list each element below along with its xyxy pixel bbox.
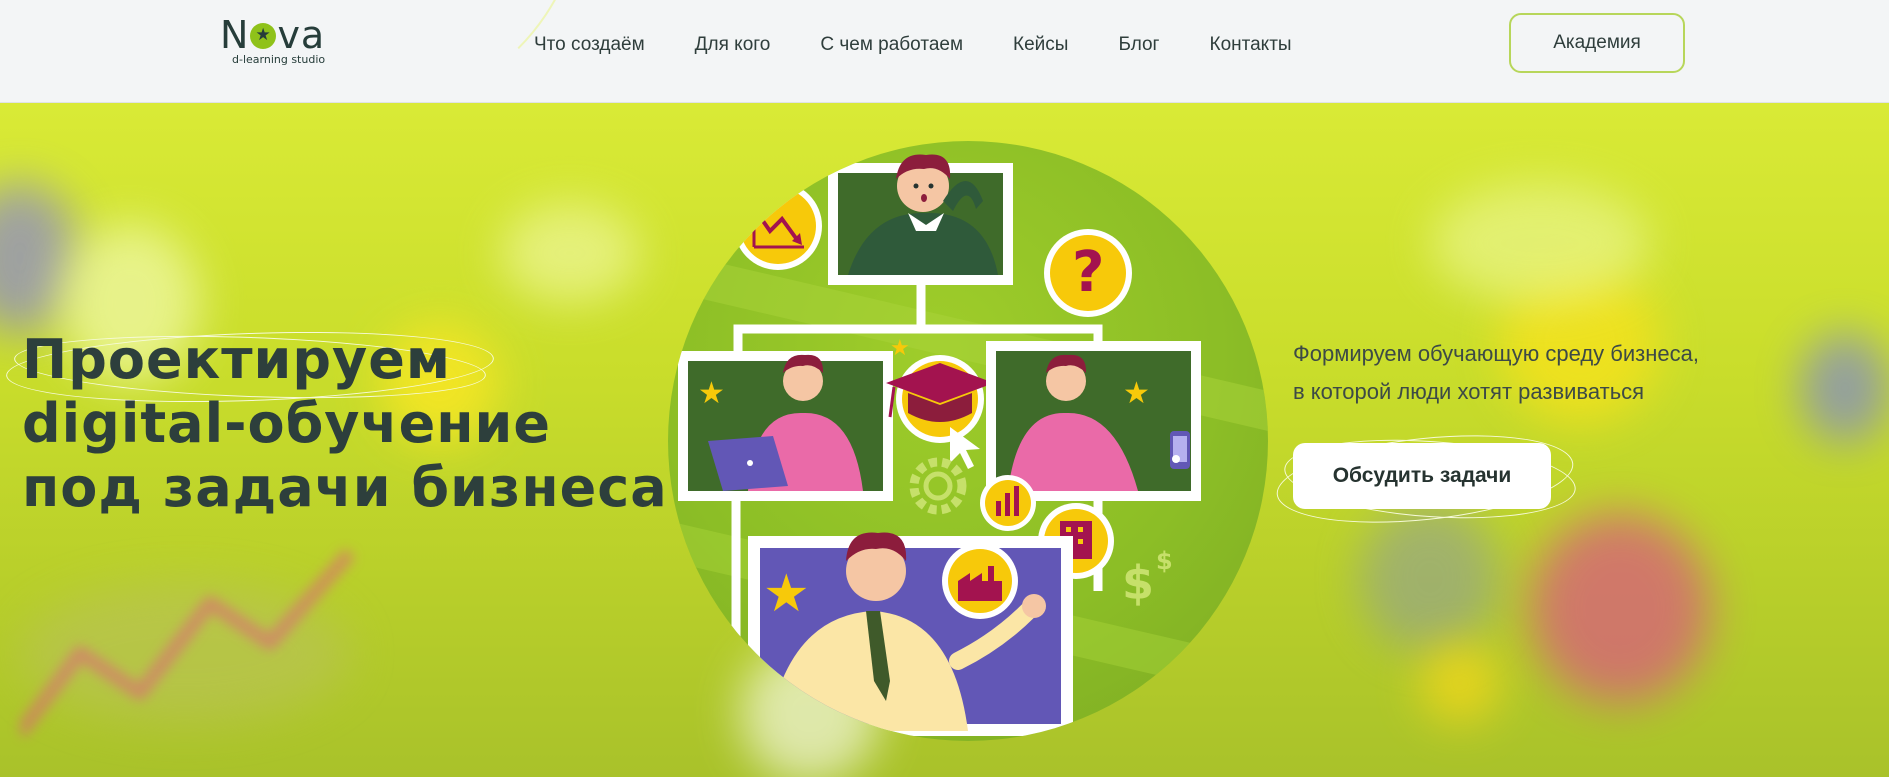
background-chart-icon [20, 548, 356, 738]
header-decoration [140, 0, 584, 102]
subtitle-line: Формируем обучающую среду бизнеса, [1293, 341, 1699, 366]
headline-line: digital-обучение [22, 392, 551, 455]
gear-icon [909, 457, 967, 515]
academy-button[interactable]: Академия [1509, 13, 1685, 73]
background-blob [1430, 183, 1650, 303]
nav-item-for-whom[interactable]: Для кого [695, 30, 771, 60]
hero-subtitle: Формируем обучающую среду бизнеса, в кот… [1293, 335, 1773, 411]
frame-top [828, 154, 1013, 285]
logo-star-icon [250, 23, 277, 49]
logo-tagline: d-learning studio [232, 53, 326, 66]
nav-item-contacts[interactable]: Контакты [1210, 30, 1292, 60]
nav-item-blog[interactable]: Блог [1118, 30, 1159, 60]
dollar-icon: $ [1122, 556, 1154, 610]
star-icon: ★ [890, 336, 910, 361]
logo[interactable]: Nva d-learning studio [220, 16, 350, 68]
nav-item-what-we-work-with[interactable]: С чем работаем [820, 30, 963, 60]
subtitle-line: в которой люди хотят развиваться [1293, 379, 1645, 404]
factory-icon [942, 543, 1018, 619]
frame-middle-left: ★ [678, 351, 893, 501]
svg-text:★: ★ [1123, 376, 1150, 411]
hero-section: Проектируем digital-обучение под задачи … [0, 103, 1889, 777]
hero-illustration: ? ★ ★ ★ $ $ ★ [668, 141, 1268, 741]
logo-wordmark: Nva [220, 16, 325, 54]
graduation-cap-icon [886, 355, 994, 443]
chart-up-icon [980, 475, 1036, 531]
background-blob [1800, 333, 1889, 443]
nav-item-cases[interactable]: Кейсы [1013, 30, 1068, 60]
background-blob [1360, 503, 1500, 653]
svg-text:★: ★ [698, 376, 725, 411]
phone-icon [1172, 455, 1180, 463]
background-blob [1420, 643, 1500, 723]
headline-line: Проектируем [22, 328, 451, 391]
site-header: Nva d-learning studio Что создаём Для ко… [0, 0, 1889, 103]
svg-text:★: ★ [763, 564, 810, 624]
svg-text:?: ? [1072, 240, 1104, 305]
illustration-svg: ? ★ ★ ★ $ $ ★ [668, 154, 1268, 736]
background-blob [1530, 513, 1710, 703]
background-blob [500, 203, 640, 303]
chart-down-icon [734, 182, 822, 270]
question-icon: ? [1044, 229, 1132, 317]
discuss-tasks-button[interactable]: Обсудить задачи [1293, 443, 1551, 509]
svg-text:$: $ [1156, 547, 1173, 575]
hero-headline: Проектируем digital-обучение под задачи … [22, 328, 668, 520]
headline-line: под задачи бизнеса [22, 456, 668, 519]
main-nav: Что создаём Для кого С чем работаем Кейс… [534, 30, 1342, 60]
nav-item-what-we-create[interactable]: Что создаём [534, 30, 645, 60]
